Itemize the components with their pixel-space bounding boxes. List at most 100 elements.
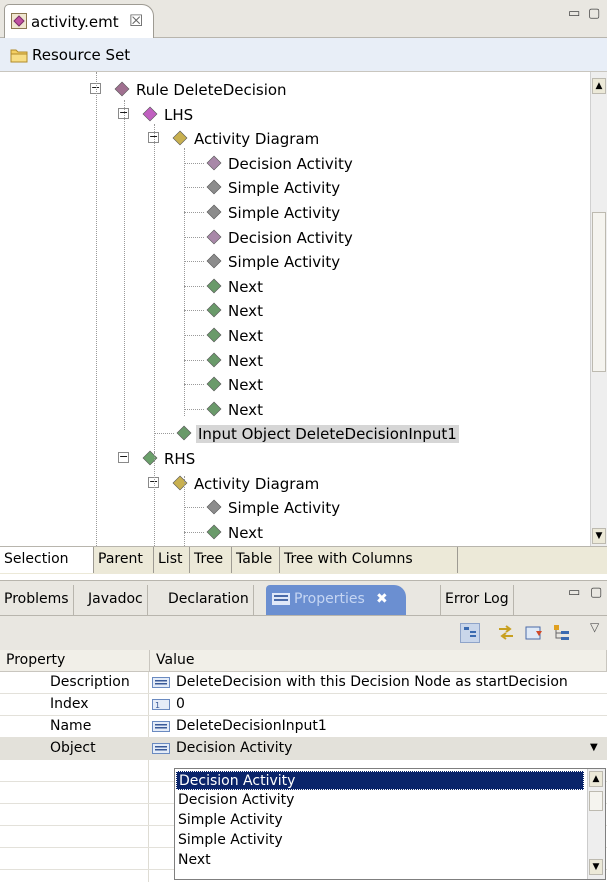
view-menu-icon[interactable]: ▽	[590, 620, 599, 634]
tab-properties[interactable]: Properties ✖	[266, 585, 406, 615]
minimize-icon[interactable]: ▭	[568, 6, 580, 21]
page-tab[interactable]: Tree	[190, 547, 232, 573]
tab-declaration[interactable]: Declaration	[164, 585, 254, 615]
tree-item[interactable]: Next	[0, 398, 590, 422]
tab-javadoc[interactable]: Javadoc	[84, 585, 148, 615]
scroll-down-icon[interactable]: ▼	[592, 528, 606, 544]
tree-item[interactable]: Next	[0, 521, 590, 545]
tree-item[interactable]: − Activity Diagram	[0, 127, 590, 151]
page-tab[interactable]: Tree with Columns	[280, 547, 458, 573]
svg-text:1: 1	[155, 701, 160, 710]
tree-item[interactable]: − RHS	[0, 447, 590, 471]
tree-item[interactable]: Decision Activity	[0, 152, 590, 176]
tree-item[interactable]: Input Object DeleteDecisionInput1	[0, 422, 590, 446]
maximize-icon[interactable]: ▢	[590, 585, 602, 600]
tree-connector	[184, 531, 204, 533]
tree-item-label: Next	[228, 351, 263, 370]
restore-default-icon[interactable]	[524, 623, 544, 643]
tree-item-label: Next	[228, 327, 263, 345]
filter-icon[interactable]	[496, 623, 516, 643]
tree-item[interactable]: Next	[0, 373, 590, 397]
tree-item-label: Decision Activity	[228, 154, 353, 173]
tree-item[interactable]: Next	[0, 299, 590, 323]
tree-item[interactable]: − Rule DeleteDecision	[0, 78, 590, 102]
page-tab[interactable]: List	[154, 547, 190, 573]
diagram-diamond-icon	[172, 475, 188, 491]
rule-diamond-icon	[114, 81, 130, 97]
tree-connector	[184, 261, 204, 263]
object-combo-value[interactable]: Decision Activity	[176, 740, 292, 756]
tree-item[interactable]: Simple Activity	[0, 496, 590, 520]
tree-connector	[184, 162, 204, 164]
scroll-thumb[interactable]	[592, 212, 606, 372]
tree-item[interactable]: − LHS	[0, 103, 590, 127]
column-header-value[interactable]: Value	[150, 650, 607, 672]
table-row[interactable]: Name DeleteDecisionInput1	[0, 716, 607, 738]
tree-scrollbar[interactable]: ▲ ▼	[590, 72, 607, 546]
scroll-up-icon[interactable]: ▲	[592, 78, 606, 94]
simple-diamond-icon	[206, 253, 222, 269]
tree-item[interactable]: Next	[0, 349, 590, 373]
decision-diamond-icon	[206, 155, 222, 171]
scroll-up-icon[interactable]: ▲	[589, 771, 603, 787]
tree-item-label: Next	[228, 523, 263, 542]
tree-connector	[154, 452, 155, 546]
column-header-property[interactable]: Property	[0, 650, 150, 672]
object-dropdown-list[interactable]: Decision Activity Decision Activity Simp…	[174, 768, 606, 880]
tab-error-log[interactable]: Error Log	[440, 585, 514, 615]
page-tab[interactable]: Selection	[0, 547, 94, 573]
reference-property-icon	[152, 743, 170, 754]
property-value: DeleteDecision with this Decision Node a…	[176, 674, 568, 690]
tree-item[interactable]: Simple Activity	[0, 176, 590, 200]
table-row-selected[interactable]: Object Decision Activity ▼	[0, 738, 607, 760]
tree-connector	[184, 148, 185, 416]
tree-connector	[184, 335, 204, 336]
property-value: DeleteDecisionInput1	[176, 718, 327, 734]
collapse-icon[interactable]: −	[118, 451, 129, 463]
table-row[interactable]: Description DeleteDecision with this Dec…	[0, 672, 607, 694]
page-tab[interactable]: Table	[232, 547, 280, 573]
dropdown-option[interactable]: Next	[176, 851, 584, 870]
scroll-thumb[interactable]	[589, 791, 603, 811]
resource-set-row[interactable]: Resource Set	[0, 38, 607, 72]
tree-item[interactable]: Next	[0, 275, 590, 299]
categories-icon[interactable]	[460, 623, 480, 643]
next-diamond-icon	[206, 352, 222, 368]
tab-problems[interactable]: Problems	[0, 585, 74, 615]
scroll-down-icon[interactable]: ▼	[589, 859, 603, 875]
close-icon[interactable]: ☒	[129, 11, 143, 30]
dropdown-option[interactable]: Simple Activity	[176, 831, 584, 850]
tree-item-label: Simple Activity	[228, 204, 341, 222]
dropdown-option[interactable]: Simple Activity	[176, 811, 584, 830]
dropdown-arrow-icon[interactable]: ▼	[590, 742, 598, 753]
tree-item[interactable]: Simple Activity	[0, 250, 590, 274]
simple-diamond-icon	[206, 499, 222, 515]
input-diamond-icon	[176, 425, 192, 441]
tree-item[interactable]: Simple Activity	[0, 201, 590, 225]
tree-item[interactable]: Decision Activity	[0, 226, 590, 250]
tree-connector	[184, 507, 204, 509]
next-diamond-icon	[206, 524, 222, 540]
tree-item[interactable]: − Activity Diagram	[0, 472, 590, 496]
next-diamond-icon	[206, 401, 222, 417]
dropdown-scrollbar[interactable]: ▲ ▼	[587, 769, 605, 879]
tree-connector	[184, 408, 204, 410]
tree-item-label: Activity Diagram	[194, 130, 320, 149]
tree-view-icon[interactable]	[552, 623, 572, 643]
dropdown-option[interactable]: Decision Activity	[176, 771, 584, 790]
tree-connector	[184, 212, 204, 213]
maximize-icon[interactable]: ▢	[588, 6, 600, 21]
tree-item-label: Simple Activity	[228, 253, 341, 272]
decision-diamond-icon	[206, 229, 222, 245]
next-diamond-icon	[206, 327, 222, 343]
dropdown-option[interactable]: Decision Activity	[176, 791, 584, 810]
close-icon[interactable]: ✖	[376, 585, 388, 613]
tree-item[interactable]: Next	[0, 324, 590, 348]
tree-item-label: Next	[228, 302, 263, 321]
editor-tab[interactable]: activity.emt ☒	[4, 4, 154, 38]
tree-item-label: Simple Activity	[228, 179, 341, 198]
editor-page-tabs: Selection Parent List Tree Table Tree with Co…	[0, 546, 607, 574]
page-tab[interactable]: Parent	[94, 547, 154, 573]
minimize-icon[interactable]: ▭	[568, 585, 580, 600]
table-row[interactable]: Index 1 0	[0, 694, 607, 716]
